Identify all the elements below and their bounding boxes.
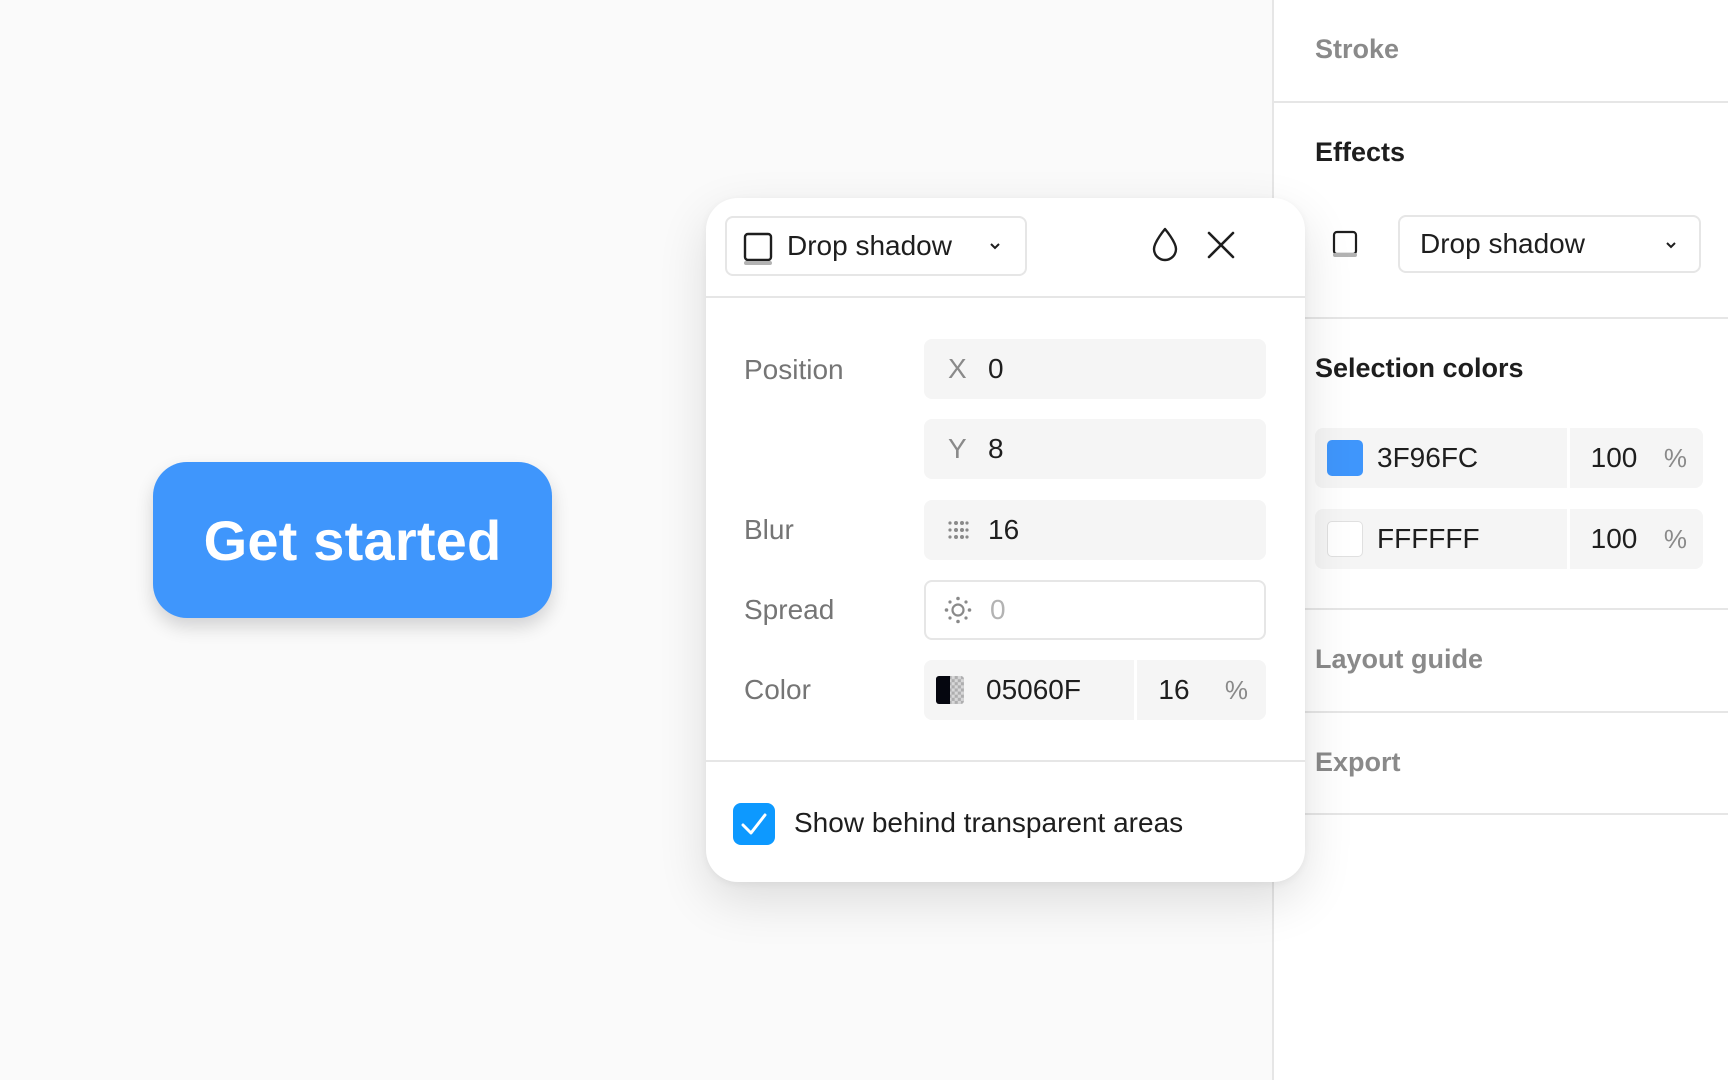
percent-unit: %	[1224, 675, 1248, 705]
color-swatch[interactable]	[1327, 521, 1363, 557]
check-icon	[741, 813, 767, 835]
chevron-down-icon	[990, 243, 1000, 250]
percent-unit: %	[1663, 443, 1687, 473]
selection-colors-title: Selection colors	[1315, 353, 1524, 383]
position-x-input[interactable]: X 0	[924, 339, 1266, 399]
layout-guide-section[interactable]: Layout guide	[1274, 610, 1728, 713]
drop-shadow-icon[interactable]	[1332, 230, 1360, 258]
x-value[interactable]: 0	[988, 339, 1004, 399]
color-hex[interactable]: 05060F	[986, 660, 1081, 720]
color-opacity[interactable]: 16	[1137, 660, 1211, 720]
chevron-down-icon	[1666, 242, 1676, 249]
spread-label: Spread	[744, 594, 835, 625]
spread-input[interactable]: 0	[924, 580, 1266, 640]
color-input[interactable]: 05060F 16 %	[924, 660, 1266, 720]
drop-icon[interactable]	[1150, 226, 1180, 262]
blur-value[interactable]: 16	[988, 500, 1019, 560]
selection-color-row[interactable]: FFFFFF 100 %	[1315, 509, 1703, 569]
layout-guide-title: Layout guide	[1315, 644, 1483, 674]
export-section[interactable]: Export	[1274, 713, 1728, 815]
y-axis-label: Y	[948, 433, 967, 464]
show-behind-checkbox[interactable]	[733, 803, 775, 845]
color-swatch[interactable]	[1327, 440, 1363, 476]
properties-panel: Stroke Effects Drop shadow Selection col…	[1272, 0, 1728, 1080]
color-hex[interactable]: 3F96FC	[1377, 428, 1478, 488]
effects-title: Effects	[1315, 137, 1406, 167]
color-opacity[interactable]: 100	[1570, 428, 1658, 488]
selection-colors-section: Selection colors 3F96FC 100 % FFFFFF 100…	[1274, 319, 1728, 610]
stroke-title: Stroke	[1315, 34, 1400, 64]
effect-type-label: Drop shadow	[787, 230, 952, 261]
position-label: Position	[744, 354, 844, 385]
color-hex[interactable]: FFFFFF	[1377, 509, 1480, 569]
blur-input[interactable]: 16	[924, 500, 1266, 560]
drop-shadow-popover: Drop shadow Position X 0 Y 8 Blur 16 Spr…	[706, 198, 1305, 882]
effect-type-select[interactable]: Drop shadow	[725, 216, 1027, 276]
blur-label: Blur	[744, 514, 794, 545]
popover-header: Drop shadow	[706, 198, 1305, 298]
close-icon[interactable]	[1206, 230, 1236, 260]
color-label: Color	[744, 674, 811, 705]
divider	[706, 760, 1305, 762]
effect-row: Drop shadow	[1274, 213, 1728, 273]
effect-type-select[interactable]: Drop shadow	[1398, 215, 1701, 273]
color-opacity[interactable]: 100	[1570, 509, 1658, 569]
spread-icon	[944, 596, 972, 624]
export-title: Export	[1315, 747, 1401, 777]
get-started-button[interactable]: Get started	[153, 462, 552, 618]
y-value[interactable]: 8	[988, 419, 1004, 479]
show-behind-label[interactable]: Show behind transparent areas	[794, 802, 1183, 844]
drop-shadow-icon	[743, 232, 773, 265]
stroke-section[interactable]: Stroke	[1274, 0, 1728, 103]
selection-color-row[interactable]: 3F96FC 100 %	[1315, 428, 1703, 488]
effects-section: Effects	[1274, 103, 1728, 319]
blur-icon	[948, 521, 969, 539]
effect-type-label: Drop shadow	[1420, 228, 1585, 259]
color-swatch[interactable]	[936, 676, 964, 704]
position-y-input[interactable]: Y 8	[924, 419, 1266, 479]
x-axis-label: X	[948, 353, 967, 384]
percent-unit: %	[1663, 524, 1687, 554]
spread-value[interactable]: 0	[990, 580, 1006, 640]
